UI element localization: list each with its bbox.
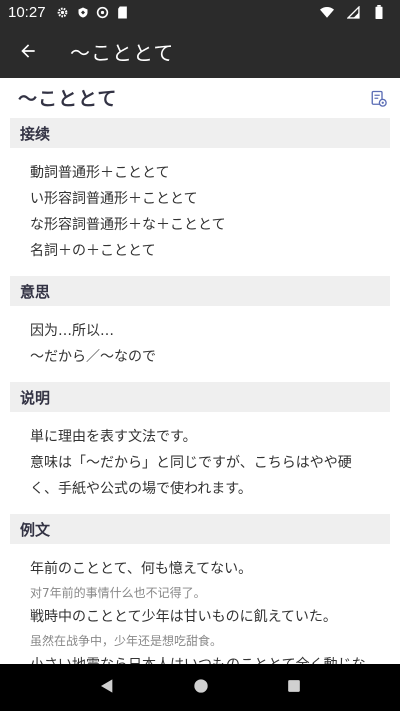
signal-icon (346, 5, 360, 19)
app-bar: 〜こととて (0, 24, 400, 78)
meaning-line: 因为…所以… (30, 323, 114, 339)
arrow-left-icon (21, 44, 35, 58)
grammar-detail[interactable]: 〜こととて 接续 動詞普通形＋こととて い形容詞普通形＋こととて な形容詞普通形… (0, 78, 400, 664)
gear-icon (56, 5, 70, 19)
example-sentence: 小さい地震なら日本人はいつものこととて全く動じな (30, 652, 380, 664)
example-translation: 对7年前的事情什么也不记得了。 (30, 586, 206, 600)
section-body-meaning: 因为…所以… 〜だから／〜なので (0, 306, 400, 382)
section-header-connection: 接续 (10, 118, 390, 148)
sd-card-icon (116, 5, 130, 19)
meaning-line: 〜だから／〜なので (30, 349, 156, 365)
note-settings-icon[interactable] (370, 90, 388, 108)
grammar-heading: 〜こととて (18, 88, 118, 110)
section-body-explanation: 単に理由を表す文法です。 意味は「〜だから」と同じですが、こちらはやや硬 く、手… (0, 412, 400, 514)
status-right (320, 5, 392, 19)
status-bar: 10:27 (0, 0, 400, 24)
example-translation: 虽然在战争中，少年还是想吃甜食。 (30, 634, 223, 648)
square-recents-icon (288, 680, 300, 692)
at-sign-icon (96, 5, 110, 19)
circle-home-icon (194, 678, 208, 693)
status-time: 10:27 (8, 3, 46, 21)
section-header-explanation: 说明 (10, 382, 390, 412)
section-body-examples: 年前のこととて、何も憶えてない。 对7年前的事情什么也不记得了。 戦時中のことと… (0, 544, 400, 664)
explanation-line: 意味は「〜だから」と同じですが、こちらはやや硬 (30, 455, 352, 471)
system-nav-bar (0, 664, 400, 711)
back-button[interactable] (0, 24, 56, 78)
explanation-line: 単に理由を表す文法です。 (30, 429, 197, 445)
app-bar-title: 〜こととて (70, 40, 175, 65)
example-sentence: 年前のこととて、何も憶えてない。 (30, 561, 253, 577)
nav-back-button[interactable] (99, 678, 115, 698)
battery-icon (372, 5, 386, 19)
section-header-examples: 例文 (10, 514, 390, 544)
example-sentence: 戦時中のこととて少年は甘いものに飢えていた。 (30, 609, 337, 625)
connection-line: な形容詞普通形＋な＋こととて (30, 217, 226, 233)
triangle-back-icon (101, 678, 113, 693)
wifi-icon (320, 5, 334, 19)
nav-recents-button[interactable] (287, 678, 301, 697)
heading-row: 〜こととて (0, 78, 400, 118)
connection-line: 名詞＋の＋こととて (30, 243, 156, 259)
nav-home-button[interactable] (193, 678, 209, 698)
connection-line: 動詞普通形＋こととて (30, 165, 170, 181)
connection-line: い形容詞普通形＋こととて (30, 191, 198, 207)
section-header-meaning: 意思 (10, 276, 390, 306)
shield-icon (76, 5, 90, 19)
section-body-connection: 動詞普通形＋こととて い形容詞普通形＋こととて な形容詞普通形＋な＋こととて 名… (0, 148, 400, 276)
explanation-line: く、手紙や公式の場で使われます。 (30, 481, 252, 497)
